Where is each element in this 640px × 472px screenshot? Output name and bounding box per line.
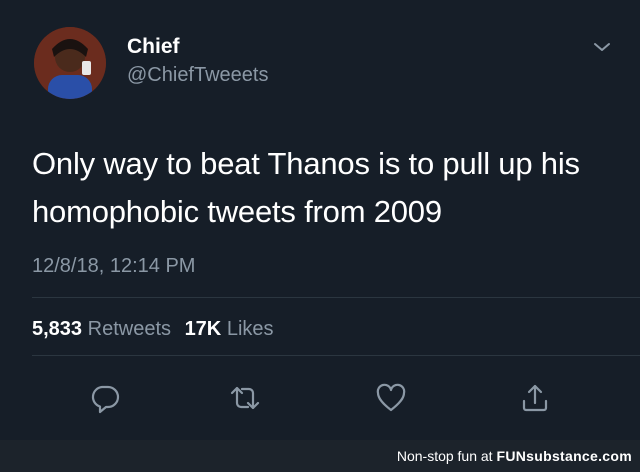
watermark-footer: Non-stop fun at FUNsubstance.com: [0, 440, 640, 472]
like-count: 17K: [184, 318, 222, 340]
like-stat[interactable]: 17K Likes: [185, 318, 274, 340]
reply-icon[interactable]: [88, 381, 122, 415]
tweet-actions: [0, 381, 640, 421]
divider: [32, 355, 640, 356]
brand-part-2: substance: [526, 448, 599, 464]
brand-suffix: .com: [598, 448, 632, 464]
tweet-card: Chief @ChiefTweeets Only way to beat Tha…: [0, 0, 640, 440]
tweet-text: Only way to beat Thanos is to pull up hi…: [32, 140, 622, 236]
author-name[interactable]: Chief: [127, 35, 180, 59]
watermark-prefix: Non-stop fun at: [396, 448, 493, 464]
tweet-text-line-1: Only way to beat Thanos is to pull up hi…: [32, 146, 580, 181]
divider: [32, 297, 640, 298]
avatar[interactable]: [34, 27, 106, 99]
tweet-text-line-2: homophobic tweets from 2009: [32, 194, 442, 229]
retweet-icon[interactable]: [228, 381, 262, 415]
tweet-stats: 5,833 Retweets 17K Likes: [32, 318, 282, 341]
brand-part-1: FUN: [496, 448, 527, 464]
chevron-down-icon[interactable]: [592, 40, 612, 54]
watermark-brand[interactable]: FUNsubstance.com: [496, 448, 632, 464]
avatar-image: [34, 27, 106, 99]
like-label: Likes: [226, 318, 274, 340]
retweet-stat[interactable]: 5,833 Retweets: [32, 318, 171, 340]
retweet-count: 5,833: [32, 318, 83, 340]
tweet-timestamp[interactable]: 12/8/18, 12:14 PM: [32, 255, 195, 278]
author-handle[interactable]: @ChiefTweeets: [127, 64, 268, 87]
heart-icon[interactable]: [374, 381, 408, 415]
share-icon[interactable]: [518, 381, 552, 415]
retweet-label: Retweets: [87, 318, 171, 340]
watermark-text: Non-stop fun at FUNsubstance.com: [397, 448, 632, 464]
